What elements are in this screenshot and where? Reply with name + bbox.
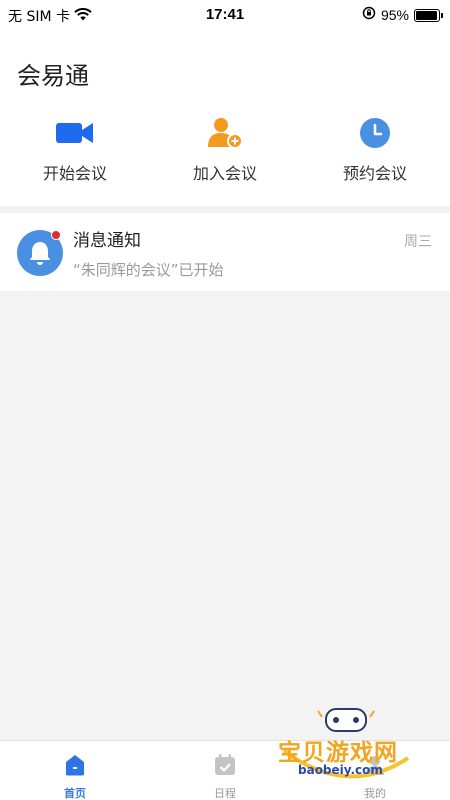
tab-profile-label: 我的 [364,787,386,800]
header-panel: 会易通 开始会议 加入会议 预约会议 [0,30,450,206]
video-camera-icon [55,116,95,150]
tab-schedule-label: 日程 [214,787,236,800]
battery-percent: 95% [380,7,409,23]
notification-title: 消息通知 [73,231,141,251]
join-meeting-button[interactable]: 加入会议 [150,116,300,184]
tab-home-label: 首页 [64,787,86,800]
clock-icon [355,116,395,150]
notification-item[interactable]: 消息通知 “朱同辉的会议”已开始 周三 [0,213,450,291]
home-icon [63,753,87,781]
status-bar: 无 SIM 卡 17:41 95% [0,0,450,30]
orientation-lock-icon [362,6,376,24]
schedule-meeting-label: 预约会议 [342,164,407,183]
tab-home[interactable]: 首页 [0,741,150,800]
schedule-meeting-button[interactable]: 预约会议 [300,116,450,184]
quick-actions: 开始会议 加入会议 预约会议 [0,116,450,184]
profile-icon [363,753,387,781]
page-title: 会易通 [17,62,89,90]
notification-day: 周三 [404,234,432,250]
status-right: 95% [362,6,443,24]
start-meeting-label: 开始会议 [42,164,107,183]
calendar-icon [213,753,237,781]
notification-subtitle: “朱同辉的会议”已开始 [73,261,224,279]
add-user-icon [205,116,245,150]
tab-bar: 首页 日程 我的 [0,740,450,800]
start-meeting-button[interactable]: 开始会议 [0,116,150,184]
join-meeting-label: 加入会议 [192,164,257,183]
battery-level [416,10,437,20]
tab-schedule[interactable]: 日程 [150,741,300,800]
tab-profile[interactable]: 我的 [300,741,450,800]
unread-badge [51,230,61,240]
battery-icon [414,8,443,22]
